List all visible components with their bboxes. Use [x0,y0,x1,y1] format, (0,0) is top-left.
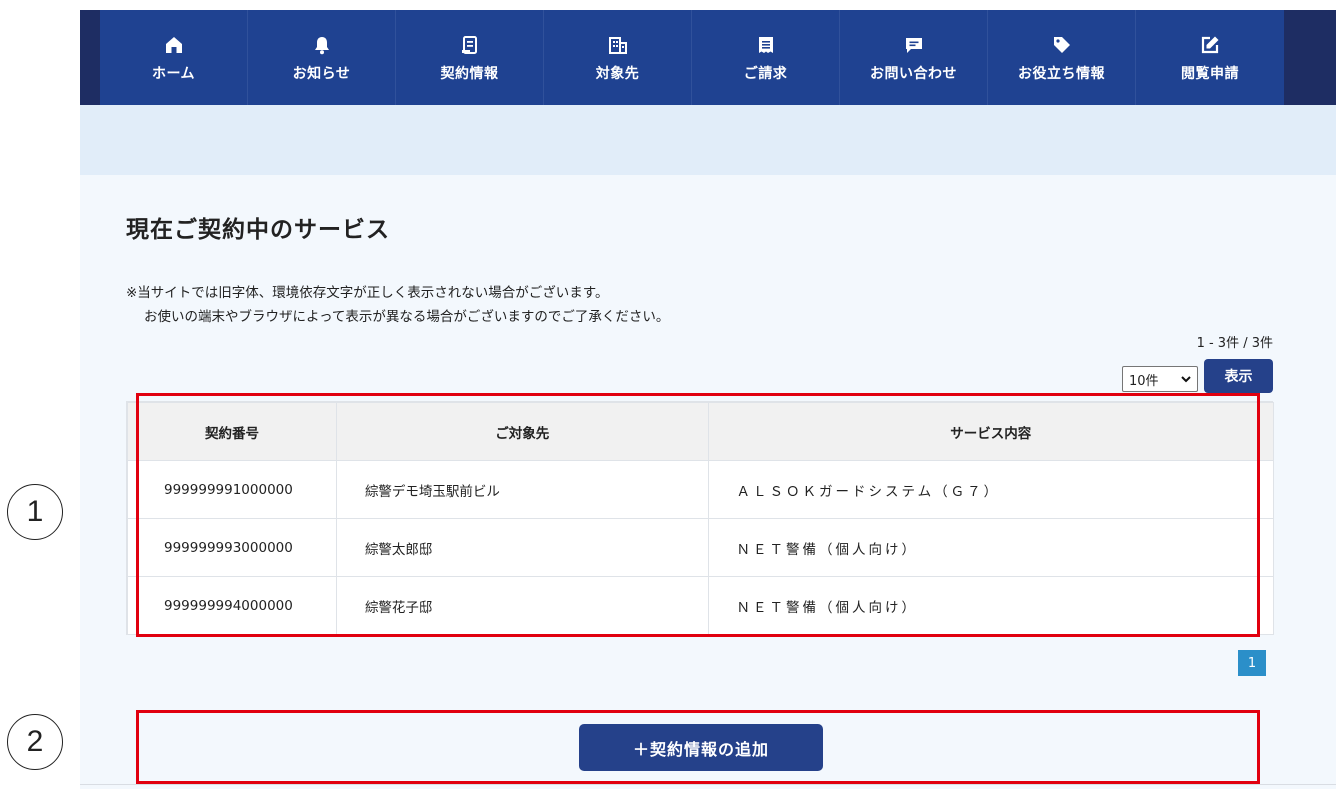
chevron-down-icon [1181,375,1191,382]
nav-item-home[interactable]: ホーム [100,10,248,105]
nav-item-contact[interactable]: お問い合わせ [840,10,988,105]
annotation-box-table [136,393,1260,637]
edit-icon [1201,36,1219,53]
nav-item-view-request[interactable]: 閲覧申請 [1136,10,1284,105]
result-count: 1 - 3件 / 3件 [1196,336,1273,351]
per-page-value: 10件 [1129,373,1159,389]
nav-item-notices[interactable]: お知らせ [248,10,396,105]
nav-item-contract-info[interactable]: 契約情報 [396,10,544,105]
nav-item-targets[interactable]: 対象先 [544,10,692,105]
annotation-marker-2: 2 [7,714,63,770]
annotation-marker-1: 1 [7,484,63,540]
nav-item-label: お問い合わせ [870,65,957,82]
divider [80,784,1336,785]
nav-item-label: 対象先 [595,65,640,82]
pagination-page-1[interactable]: 1 [1238,650,1266,676]
nav-item-label: お知らせ [292,65,351,82]
tag-icon [1053,36,1070,53]
nav-item-label: ご請求 [743,65,788,82]
nav-item-label: お役立ち情報 [1018,65,1105,82]
home-icon [165,36,182,53]
show-button[interactable]: 表示 [1204,359,1273,393]
header-band [80,105,1336,175]
building-icon [608,36,627,54]
notice-text-line2: お使いの端末やブラウザによって表示が異なる場合がございますのでご了承ください。 [144,309,670,325]
notice-text-line1: ※当サイトでは旧字体、環境依存文字が正しく表示されない場合がございます。 [126,285,609,301]
bell-icon [314,36,329,54]
nav-item-useful-info[interactable]: お役立ち情報 [988,10,1136,105]
annotation-box-add-button [136,710,1260,784]
document-icon [461,35,477,54]
nav-menu: ホーム お知らせ 契約情報 対象先 ご請求 お問い合わせ お役立ち情報 閲覧申請 [100,10,1336,105]
chat-icon [905,37,922,53]
nav-item-label: 閲覧申請 [1181,65,1239,82]
nav-item-label: 契約情報 [440,65,499,82]
per-page-select[interactable]: 10件 [1122,366,1198,392]
nav-item-label: ホーム [151,65,196,82]
top-navigation-bar: ホーム お知らせ 契約情報 対象先 ご請求 お問い合わせ お役立ち情報 閲覧申請 [80,10,1336,105]
page-title: 現在ご契約中のサービス [126,217,390,243]
receipt-icon [758,36,773,53]
nav-item-billing[interactable]: ご請求 [692,10,840,105]
